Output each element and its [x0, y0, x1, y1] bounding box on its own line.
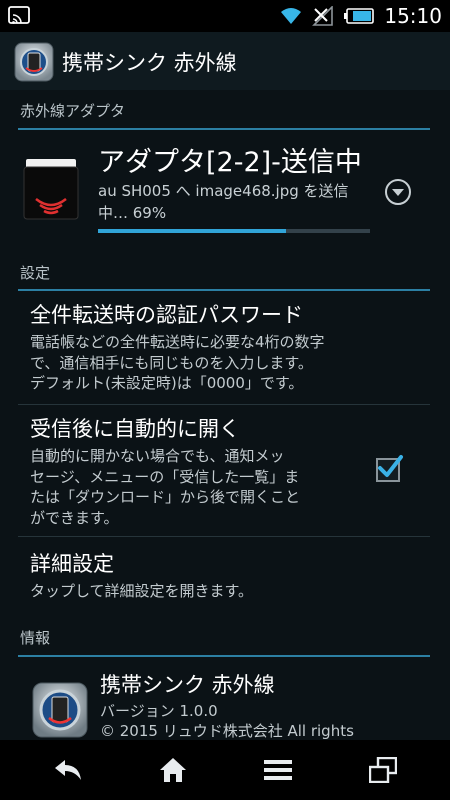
section-divider [18, 128, 430, 130]
ir-adapter-icon [23, 159, 79, 220]
section-header-settings: 設定 [20, 264, 51, 282]
about-version: バージョン 1.0.0 [100, 702, 218, 720]
wifi-icon [281, 8, 302, 24]
expand-circle-icon[interactable] [384, 178, 412, 206]
adapter-status-title: アダプタ[2-2]-送信中 [98, 147, 362, 178]
recent-apps-icon [369, 757, 397, 783]
app-icon[interactable] [14, 42, 54, 82]
checkmark-icon [378, 455, 403, 477]
pref-description: 電話帳などの全件転送時に必要な4桁の数字 で、通信相手にも同じものを入力します。… [30, 333, 325, 392]
pref-title: 全件転送時の認証パスワード [30, 303, 303, 327]
app-title: 携帯シンク 赤外線 [62, 51, 237, 75]
pref-title: 詳細設定 [30, 552, 114, 576]
app-logo-icon [32, 682, 88, 738]
about-app-name: 携帯シンク 赤外線 [100, 673, 275, 697]
pref-description: タップして詳細設定を開きます。 [30, 582, 254, 600]
menu-button[interactable] [222, 740, 334, 800]
divider [18, 536, 430, 537]
transfer-progress-fill [98, 229, 286, 233]
section-divider [18, 289, 430, 291]
section-header-info: 情報 [20, 629, 51, 647]
clock: 15:10 [384, 4, 442, 28]
pref-title: 受信後に自動的に開く [30, 417, 240, 441]
navigation-bar [0, 740, 450, 800]
adapter-status-subtitle: au SH005 へ image468.jpg を送信中… 69% [98, 182, 349, 222]
auto-open-checkbox[interactable] [376, 455, 403, 482]
recent-apps-button[interactable] [327, 740, 439, 800]
cast-screen-icon [8, 6, 30, 24]
about-copyright: © 2015 リュウド株式会社 All rights [100, 722, 354, 740]
home-button[interactable] [117, 740, 229, 800]
back-icon [55, 760, 81, 780]
divider [18, 404, 430, 405]
transfer-progress-bar [98, 229, 370, 233]
back-button[interactable] [12, 740, 124, 800]
status-bar: 15:10 [0, 0, 450, 32]
home-icon [160, 758, 186, 782]
pref-description: 自動的に開かない場合でも、通知メッ セージ、メニューの「受信した一覧」ま たは「… [30, 447, 301, 527]
section-header-adapter: 赤外線アダプタ [20, 102, 126, 120]
section-divider [18, 655, 430, 657]
no-signal-icon [312, 6, 334, 26]
battery-icon [344, 8, 375, 24]
menu-icon [264, 760, 292, 780]
